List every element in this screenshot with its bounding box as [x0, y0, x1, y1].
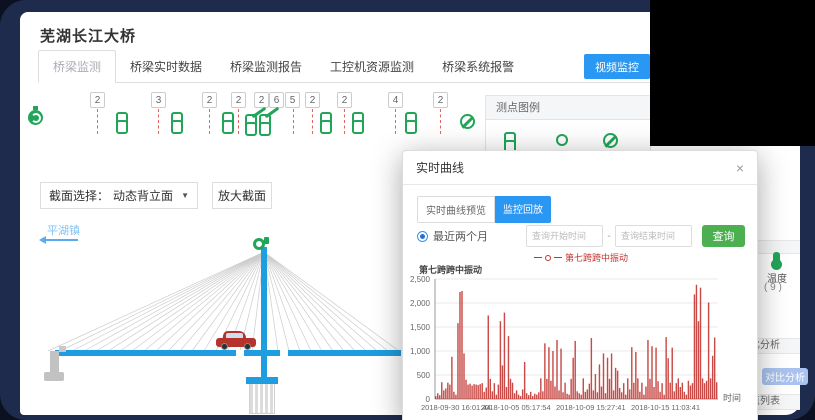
legend-marker-line — [554, 257, 562, 258]
y-tick-label: 500 — [404, 371, 430, 380]
x-tick-label: 2018-10-15 11:03:41 — [631, 403, 700, 412]
close-icon[interactable]: × — [736, 161, 744, 175]
bridge-cables — [28, 244, 400, 356]
left-pier-base — [44, 372, 64, 381]
chain-sensor-icon[interactable] — [170, 112, 181, 130]
enlarge-section-button[interactable]: 放大截面 — [212, 182, 272, 209]
left-arrow-icon — [42, 239, 78, 241]
sensor-count-badge: 4 — [388, 92, 403, 108]
sensor-count-badge: 2 — [254, 92, 269, 108]
modal-tabbar: 实时曲线预览 监控回放 — [417, 196, 551, 223]
sensor-count-badge: 2 — [202, 92, 217, 108]
sensor-dashed-line — [312, 109, 313, 134]
y-tick-label: 1,500 — [404, 323, 430, 332]
disabled-sensor-icon[interactable] — [460, 114, 475, 129]
legend-circle-icon[interactable] — [556, 134, 568, 146]
sensor-count-badge: 2 — [433, 92, 448, 108]
left-pier — [50, 351, 59, 373]
chain-sensor-icon[interactable] — [404, 112, 415, 130]
tab-monitor-report[interactable]: 桥梁监测报告 — [216, 51, 316, 82]
tab-monitor-playback[interactable]: 监控回放 — [495, 196, 551, 223]
screen: 芜湖长江大桥 桥梁监测 桥梁实时数据 桥梁监测报告 工控机资源监测 桥梁系统报警… — [0, 0, 815, 420]
y-tick-label: 1,000 — [404, 347, 430, 356]
car-wheel — [221, 343, 228, 350]
center-pier-columns — [249, 384, 275, 414]
sensor-dashed-line — [209, 109, 210, 134]
sensor-dashed-line — [97, 109, 98, 134]
y-tick-label: 2,000 — [404, 299, 430, 308]
query-button[interactable]: 查询 — [702, 225, 745, 247]
x-axis-title: 时间 — [723, 391, 741, 404]
compare-analysis-button[interactable]: 对比分析 — [762, 368, 808, 385]
video-monitor-button[interactable]: 视频监控 — [584, 54, 650, 79]
chevron-down-icon[interactable]: ▼ — [181, 191, 197, 200]
section-select-value[interactable]: 动态背立面 — [113, 187, 181, 204]
sensor-count-badge: 3 — [151, 92, 166, 108]
sensor-count-badge: 6 — [269, 92, 284, 108]
sensor-dashed-line — [395, 109, 396, 134]
sensor-count-badge: 2 — [337, 92, 352, 108]
bridge-deck — [55, 350, 401, 356]
modal-header: 实时曲线 × — [403, 151, 757, 185]
direction-label: 平湖镇 — [47, 222, 80, 238]
sensor-dashed-line — [293, 109, 294, 134]
chain-sensor-icon[interactable] — [115, 112, 126, 130]
sensor-dashed-line — [158, 109, 159, 134]
tab-bridge-monitoring[interactable]: 桥梁监测 — [38, 50, 116, 83]
car-wheel — [244, 343, 251, 350]
section-select-box[interactable]: 截面选择： 动态背立面 ▼ — [40, 182, 198, 209]
thermometer-icon[interactable] — [773, 252, 780, 265]
recent-two-months-radio[interactable] — [417, 231, 428, 242]
realtime-curve-modal: 实时曲线 × 实时曲线预览 监控回放 最近两个月 - 查询 第七跨跨中振动 第七… — [402, 150, 758, 420]
page-title: 芜湖长江大桥 — [40, 25, 136, 46]
bridge-tower — [261, 247, 267, 390]
chain-sensor-icon[interactable] — [351, 112, 362, 130]
legend-marker-ring — [545, 255, 551, 261]
legend-marker-line — [534, 257, 542, 258]
video-blackout-panel — [650, 0, 815, 146]
sensor-count-badge: 2 — [305, 92, 320, 108]
deck-joint — [280, 350, 288, 356]
query-filter-row: 最近两个月 - 查询 — [417, 225, 747, 247]
query-start-time-input[interactable] — [526, 225, 603, 247]
tab-curve-preview[interactable]: 实时曲线预览 — [417, 196, 495, 223]
sensor-count-badge: 2 — [90, 92, 105, 108]
temperature-count: ( 9 ) — [764, 282, 782, 293]
tab-system-alarm[interactable]: 桥梁系统报警 — [428, 51, 528, 82]
recent-two-months-label: 最近两个月 — [433, 228, 488, 244]
deck-joint — [236, 350, 244, 356]
tower-sensor-icon[interactable] — [253, 238, 265, 250]
vibration-bar-chart — [433, 277, 720, 403]
sensor-count-badge: 2 — [231, 92, 246, 108]
point-legend-title: 测点图例 — [486, 96, 650, 120]
left-pier-notch — [59, 346, 66, 352]
query-end-time-input[interactable] — [615, 225, 692, 247]
tab-realtime-data[interactable]: 桥梁实时数据 — [116, 51, 216, 82]
sensor-dashed-line — [238, 109, 239, 134]
main-tabbar: 桥梁监测 桥梁实时数据 桥梁监测报告 工控机资源监测 桥梁系统报警 — [38, 54, 650, 83]
x-tick-label: 2018-10-09 15:27:41 — [556, 403, 626, 412]
car-illustration — [216, 331, 256, 350]
y-tick-label: 2,500 — [404, 275, 430, 284]
sensor-dashed-line — [344, 109, 345, 134]
boom-arm-icon — [265, 107, 280, 119]
sensor-dashed-line — [440, 109, 441, 134]
chain-sensor-icon[interactable] — [221, 112, 232, 130]
modal-title: 实时曲线 — [416, 159, 464, 176]
date-range-separator: - — [603, 231, 615, 242]
section-select-label: 截面选择： — [41, 187, 113, 204]
center-pier-cap — [246, 377, 278, 384]
legend-series-name: 第七跨跨中振动 — [565, 251, 628, 264]
legend-disabled-icon[interactable] — [603, 133, 618, 148]
chain-sensor-icon[interactable] — [319, 112, 330, 130]
dynamometer-icon[interactable] — [28, 110, 43, 125]
sensor-count-badge: 5 — [285, 92, 300, 108]
tab-ipc-resource[interactable]: 工控机资源监测 — [316, 51, 428, 82]
legend-chain-icon[interactable] — [503, 132, 514, 150]
x-tick-label: 2018-10-05 05:17:54 — [481, 403, 551, 412]
